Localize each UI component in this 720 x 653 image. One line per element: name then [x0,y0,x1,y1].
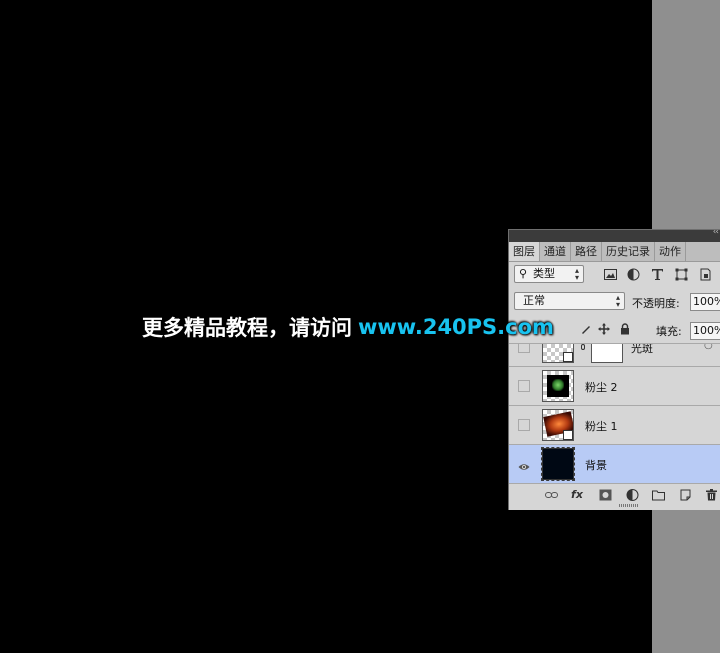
layer-name: 粉尘 2 [585,381,618,394]
eye-icon [518,464,530,470]
layer-thumbnail [542,409,574,441]
layer-mask-thumbnail[interactable] [591,344,623,363]
adjustment-filter-icon[interactable] [625,266,641,282]
lock-all-icon[interactable] [618,322,632,336]
panel-footer: fx [509,483,720,504]
layers-list: 光斑 ○ 粉尘 2 粉尘 1 背景 [509,343,720,484]
collapse-icon[interactable]: ‹‹ [713,230,719,237]
panel-titlebar[interactable]: ‹‹ [509,230,720,242]
link-layers-icon[interactable] [543,487,559,502]
layers-panel: ‹‹ 图层 通道 路径 历史记录 动作 ⚲ 类型 ▴ ▾ 正常 ▴ ▾ 不透明度… [508,229,720,510]
filter-kind-label: 类型 [533,267,555,280]
visibility-toggle[interactable] [518,458,530,470]
tab-channels[interactable]: 通道 [540,242,571,261]
visibility-toggle[interactable] [518,419,530,431]
smart-object-badge-icon [563,430,573,440]
blend-mode-value: 正常 [523,294,545,307]
filter-row: ⚲ 类型 ▴ ▾ [509,262,720,288]
opacity-input[interactable]: 100% [690,293,720,311]
filter-kind-select[interactable]: ⚲ 类型 ▴ ▾ [514,265,584,283]
fx-icon[interactable]: fx [569,487,585,502]
delete-layer-icon[interactable] [703,487,719,502]
shape-filter-icon[interactable] [673,266,689,282]
new-group-icon[interactable] [650,487,666,502]
lock-position-icon[interactable] [597,322,611,336]
layer-name: 背景 [585,459,607,472]
blend-mode-select[interactable]: 正常 ▴ ▾ [514,292,625,310]
visibility-toggle[interactable] [518,380,530,392]
visibility-toggle[interactable] [518,344,530,353]
layer-name: 粉尘 1 [585,420,618,433]
updown-arrow-icon: ▴ ▾ [574,266,579,282]
layer-thumbnail [541,447,575,481]
watermark: 更多精品教程，请访问 www.240PS.com [142,311,554,343]
fill-input[interactable]: 100% [690,322,720,340]
opacity-label: 不透明度: [632,297,680,310]
tab-layers[interactable]: 图层 [509,242,540,261]
add-mask-icon[interactable] [597,487,613,502]
layer-name: 光斑 [631,343,653,355]
type-filter-icon[interactable] [649,266,665,282]
resize-grip[interactable] [619,504,639,507]
lock-pixels-icon[interactable] [579,322,593,336]
image-filter-icon[interactable] [602,266,618,282]
updown-arrow-icon: ▴ ▾ [615,293,620,309]
fill-label: 填充: [656,325,682,338]
new-layer-icon[interactable] [677,487,693,502]
tab-history[interactable]: 历史记录 [602,242,655,261]
watermark-url: www.240PS.com [358,315,554,339]
tab-actions[interactable]: 动作 [655,242,686,261]
search-icon: ⚲ [519,267,528,280]
layer-row[interactable]: 粉尘 2 [509,367,720,406]
effects-icon[interactable]: ○ [704,344,713,351]
smart-object-badge-icon [563,352,573,362]
smartobject-filter-icon[interactable] [697,266,713,282]
layer-thumbnail [542,344,574,363]
layer-thumbnail [542,370,574,402]
panel-tabs: 图层 通道 路径 历史记录 动作 [509,242,720,262]
tab-paths[interactable]: 路径 [571,242,602,261]
layer-row[interactable]: 粉尘 1 [509,406,720,445]
mask-link-icon[interactable] [581,344,585,350]
watermark-text: 更多精品教程，请访问 [142,316,352,340]
layer-row[interactable]: 背景 [509,445,720,484]
layer-row[interactable]: 光斑 ○ [509,343,720,367]
adjustment-layer-icon[interactable] [624,487,640,502]
